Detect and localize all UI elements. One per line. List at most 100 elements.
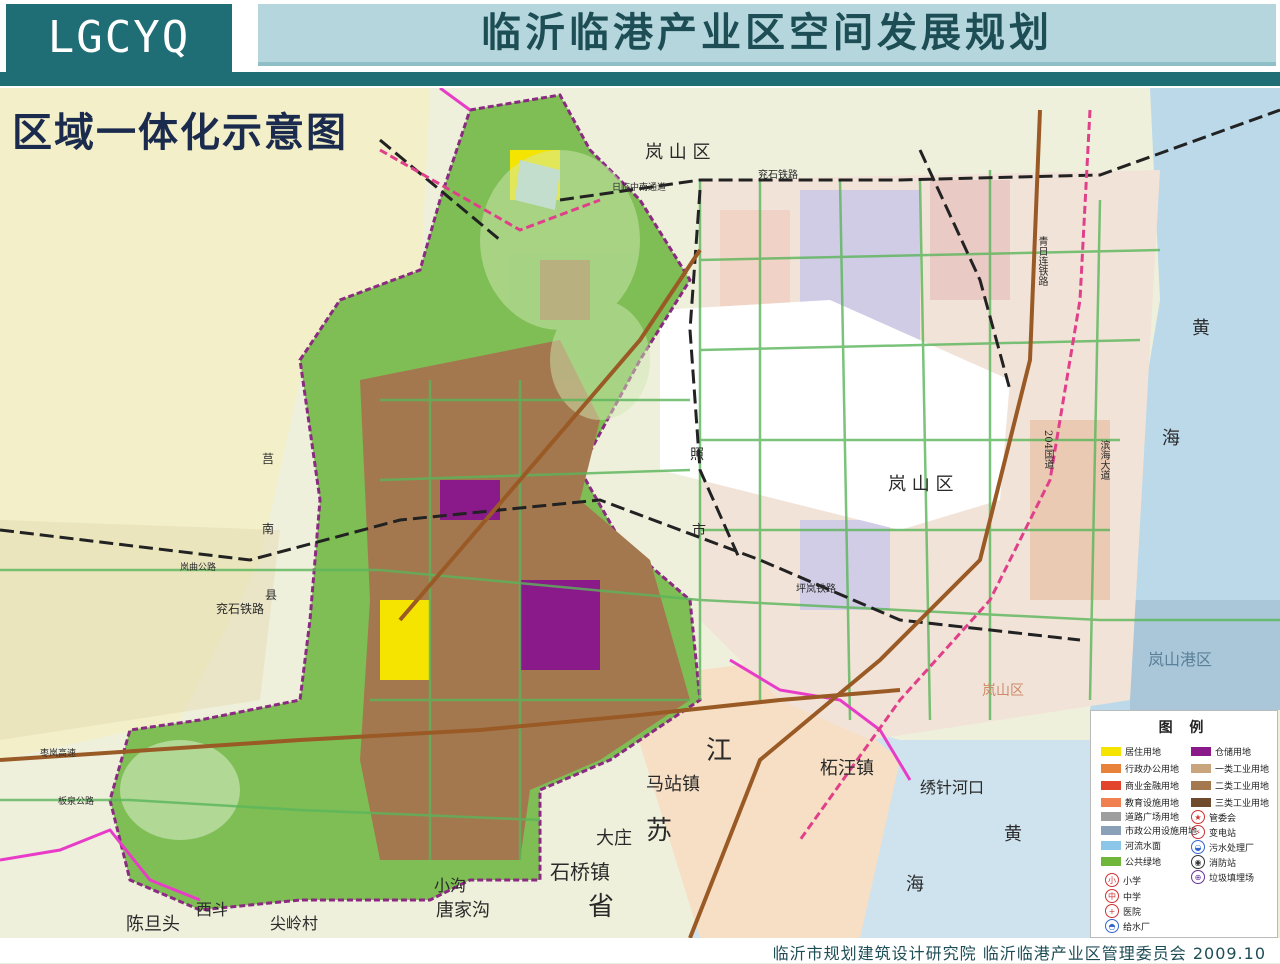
landfill-icon: ⊕ (1191, 870, 1205, 884)
hospital-icon: + (1105, 904, 1119, 918)
legend-label: 一类工业用地 (1215, 765, 1270, 775)
label-rizhao-1: 照 (690, 447, 704, 463)
legend-swatch (1101, 826, 1121, 835)
legend-swatch (1101, 841, 1121, 850)
label-rilin-road: 日临中南通道 (612, 183, 667, 193)
legend-swatch (1101, 812, 1121, 821)
label-mazhan: 马站镇 (646, 774, 700, 795)
school-icon: 小 (1105, 873, 1119, 887)
legend-label: 中学 (1123, 892, 1142, 903)
map-title: 区域一体化示意图 (12, 110, 348, 156)
label-xiuzhen: 绣针河口 (920, 778, 985, 797)
legend-label: 医院 (1123, 907, 1142, 918)
label-lanqu-road: 岚曲公路 (180, 563, 217, 573)
label-huanghai-2a: 黄 (1004, 824, 1022, 845)
legend-label: 行政办公用地 (1125, 765, 1180, 775)
legend-symbol-sewage: ◒ 污水处理厂 (1191, 840, 1254, 854)
legend-label: 道路广场用地 (1125, 813, 1180, 823)
label-binhai: 滨海大道 (1098, 440, 1109, 480)
fire-station-icon: ◉ (1191, 855, 1205, 869)
admin-star-icon: ★ (1191, 810, 1205, 824)
page-title: 临沂临港产业区空间发展规划 (258, 4, 1276, 66)
label-chendantou: 陈旦头 (126, 914, 180, 935)
legend-item-green: 公共绿地 (1101, 855, 1161, 868)
label-g204: 204国道 (1042, 430, 1053, 470)
legend-swatch (1101, 747, 1121, 756)
legend-swatch (1191, 764, 1211, 773)
legend-label: 给水厂 (1123, 922, 1151, 933)
label-lanshan-small: 岚山区 (982, 683, 1024, 699)
water-plant-icon: ◓ (1105, 919, 1119, 933)
legend-item-industry-3: 三类工业用地 (1191, 796, 1269, 809)
legend-swatch (1101, 857, 1121, 866)
footer-credit: 临沂市规划建筑设计研究院 临沂临港产业区管理委员会 2009.10 (772, 944, 1266, 963)
label-juxian-1: 莒 (262, 452, 275, 466)
legend-label: 河流水面 (1125, 842, 1162, 852)
legend-label: 管委会 (1209, 813, 1237, 824)
legend-label: 居住用地 (1125, 748, 1162, 758)
legend-item-commercial: 商业金融用地 (1101, 779, 1179, 792)
legend-swatch (1101, 764, 1121, 773)
legend-item-industry-2: 二类工业用地 (1191, 779, 1269, 792)
map-legend: 图 例 居住用地 行政办公用地 商业金融用地 教育设施用地 道路广场用地 市政公… (1090, 710, 1278, 938)
legend-item-water: 河流水面 (1101, 839, 1161, 852)
logo-badge: LGCYQ (6, 4, 232, 72)
label-lanshan-port: 岚山港区 (1148, 650, 1213, 669)
legend-label: 二类工业用地 (1215, 782, 1270, 792)
label-zhewang: 柘汪镇 (820, 758, 874, 779)
label-rizhao-2: 市 (692, 523, 706, 539)
label-shiqiao: 石桥镇 (550, 860, 610, 884)
label-juxian-2: 南 (262, 522, 275, 536)
legend-label: 仓储用地 (1215, 748, 1252, 758)
label-xiaogou: 小沟 (434, 876, 467, 895)
legend-item-utility: 市政公用设施用地 (1101, 824, 1197, 837)
legend-item-education: 教育设施用地 (1101, 796, 1179, 809)
label-jiangsu-2: 苏 (646, 816, 673, 846)
legend-symbol-landfill: ⊕ 垃圾填埋场 (1191, 870, 1254, 884)
legend-item-residential: 居住用地 (1101, 745, 1161, 758)
substation-icon: ⚡ (1191, 825, 1205, 839)
label-qingri-rail: 青日连铁路 (1036, 236, 1047, 286)
label-jiangsu-1: 江 (706, 736, 733, 766)
label-juxian-3: 县 (265, 588, 278, 602)
label-lanshan-top: 岚 山 区 (645, 142, 711, 163)
middle-school-icon: 中 (1105, 889, 1119, 903)
legend-item-industry-1: 一类工业用地 (1191, 762, 1269, 775)
legend-label: 市政公用设施用地 (1125, 827, 1198, 837)
legend-swatch (1101, 798, 1121, 807)
legend-title: 图 例 (1158, 720, 1210, 736)
legend-symbol-fire: ◉ 消防站 (1191, 855, 1236, 869)
label-pinglan-rail: 坪岚铁路 (796, 584, 836, 595)
legend-label: 教育设施用地 (1125, 799, 1180, 809)
legend-label: 三类工业用地 (1215, 799, 1270, 809)
header: LGCYQ 临沂临港产业区空间发展规划 (0, 0, 1280, 88)
map-svg (0, 86, 1280, 939)
header-rule (0, 72, 1280, 86)
sewage-icon: ◒ (1191, 840, 1205, 854)
label-jianling: 尖岭村 (270, 914, 319, 933)
legend-symbol-school: 小小学 (1105, 873, 1141, 887)
legend-item-road: 道路广场用地 (1101, 810, 1179, 823)
label-zaolan-road: 枣岚高速 (40, 749, 77, 759)
label-banquan-road: 板泉公路 (58, 797, 95, 807)
label-huanghai-2b: 海 (906, 874, 924, 895)
legend-label: 变电站 (1209, 828, 1237, 839)
legend-swatch (1191, 781, 1211, 790)
legend-label: 商业金融用地 (1125, 782, 1180, 792)
legend-label: 消防站 (1209, 858, 1237, 869)
legend-swatch (1101, 781, 1121, 790)
label-dazhuang: 大庄 (596, 828, 632, 849)
legend-label: 污水处理厂 (1209, 843, 1255, 854)
label-lanshan-mid: 岚 山 区 (888, 474, 954, 495)
label-tangjiagou: 唐家沟 (436, 900, 490, 921)
label-xidou: 西斗 (196, 900, 229, 919)
legend-symbol-hospital: + 医院 (1105, 904, 1141, 918)
legend-label: 公共绿地 (1125, 858, 1162, 868)
legend-symbol-admin: ★ 管委会 (1191, 810, 1236, 824)
warehouse-zone-south (520, 580, 600, 670)
footer: 临沂市规划建筑设计研究院 临沂临港产业区管理委员会 2009.10 (0, 938, 1280, 963)
label-huanghai-1a: 黄 (1192, 318, 1210, 339)
label-jiangsu-3: 省 (588, 892, 615, 922)
legend-swatch (1191, 798, 1211, 807)
legend-swatch (1191, 747, 1211, 756)
